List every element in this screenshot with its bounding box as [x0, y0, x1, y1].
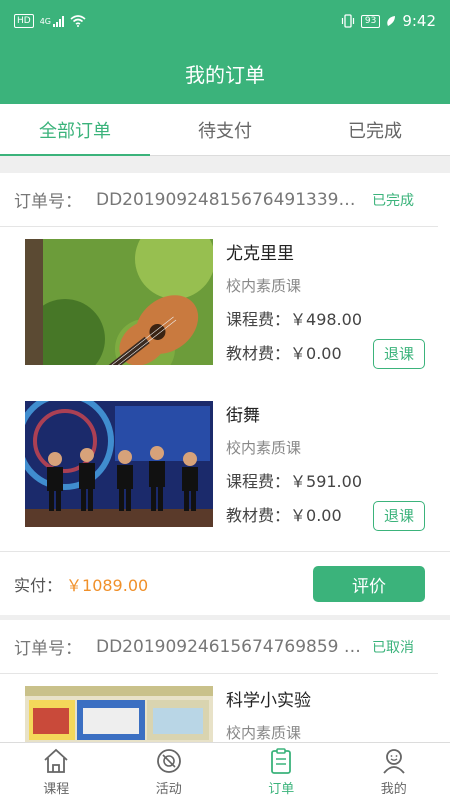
nav-orders[interactable]: 订单: [225, 743, 338, 800]
course-item[interactable]: 尤克里里 校内素质课 课程费： ￥498.00 教材费： ￥0.00 退课: [0, 227, 450, 389]
activity-icon: [156, 749, 181, 773]
order-number: DD20190924815676491339Of...: [96, 189, 362, 210]
material-fee-label: 教材费：: [226, 344, 291, 363]
order-status: 已取消: [372, 639, 414, 656]
course-name: 尤克里里: [226, 244, 294, 264]
tab-all-orders[interactable]: 全部订单: [0, 104, 150, 156]
vibrate-icon: [341, 14, 354, 28]
nav-label: 活动: [155, 782, 182, 797]
user-icon: [383, 749, 405, 774]
order-footer: 实付： ￥1089.00 评价: [0, 551, 450, 615]
battery-level: 93: [360, 14, 381, 28]
material-fee: ￥0.00: [290, 344, 342, 363]
street-dance-image: [25, 401, 213, 527]
course-name: 街舞: [226, 406, 260, 426]
refund-button[interactable]: 退课: [373, 339, 425, 369]
refund-button[interactable]: 退课: [373, 501, 425, 531]
nav-label: 课程: [43, 782, 70, 797]
hd-badge: HD: [14, 14, 34, 28]
bottom-nav: 课程 活动 订单 我的: [0, 742, 450, 800]
page-title: 我的订单: [0, 42, 450, 104]
order-status: 已完成: [372, 192, 414, 209]
course-fee-label: 课程费：: [226, 472, 291, 491]
clock: 9:42: [402, 12, 436, 30]
nav-profile[interactable]: 我的: [338, 743, 450, 800]
nav-label: 我的: [380, 782, 407, 797]
review-button[interactable]: 评价: [313, 566, 425, 602]
order-header: 订单号： DD20190924615674769859 47... 已取消: [0, 620, 438, 674]
tab-pending-payment[interactable]: 待支付: [150, 104, 300, 155]
course-item[interactable]: 街舞 校内素质课 课程费： ￥591.00 教材费： ￥0.00 退课: [0, 389, 450, 551]
order-number-label: 订单号：: [14, 192, 82, 212]
nav-activities[interactable]: 活动: [113, 743, 226, 800]
home-icon: [44, 748, 68, 773]
course-fee-label: 课程费：: [226, 310, 291, 329]
clipboard-icon: [271, 748, 292, 774]
order-number: DD20190924615674769859 47...: [96, 636, 362, 657]
nav-label: 订单: [268, 782, 295, 797]
paid-amount: ￥1089.00: [66, 575, 149, 595]
tab-completed[interactable]: 已完成: [300, 104, 450, 155]
signal-icon: [53, 15, 64, 27]
material-fee: ￥0.00: [290, 506, 342, 525]
order-card: 订单号： DD20190924815676491339Of... 已完成 尤克里…: [0, 173, 450, 615]
science-experiment-image: [25, 686, 213, 742]
order-card: 订单号： DD20190924615674769859 47... 已取消 科学…: [0, 620, 450, 742]
course-name: 科学小实验: [226, 691, 311, 711]
order-header: 订单号： DD20190924815676491339Of... 已完成: [0, 173, 438, 227]
course-item[interactable]: 科学小实验 校内素质课: [0, 674, 450, 742]
ukulele-image: [25, 239, 213, 365]
course-fee: ￥591.00: [290, 472, 363, 491]
network-type: 4G: [39, 16, 51, 26]
course-type: 校内素质课: [226, 277, 302, 295]
order-tabs: 全部订单 待支付 已完成: [0, 104, 450, 156]
leaf-icon: [387, 16, 396, 26]
status-bar: HD 4G 93 9:42: [0, 0, 450, 42]
course-fee: ￥498.00: [290, 310, 363, 329]
nav-courses[interactable]: 课程: [0, 743, 113, 800]
order-number-label: 订单号：: [14, 639, 82, 659]
wifi-icon: [70, 15, 86, 27]
course-type: 校内素质课: [226, 724, 302, 742]
paid-label: 实付：: [14, 575, 63, 595]
material-fee-label: 教材费：: [226, 506, 291, 525]
course-type: 校内素质课: [226, 439, 302, 457]
